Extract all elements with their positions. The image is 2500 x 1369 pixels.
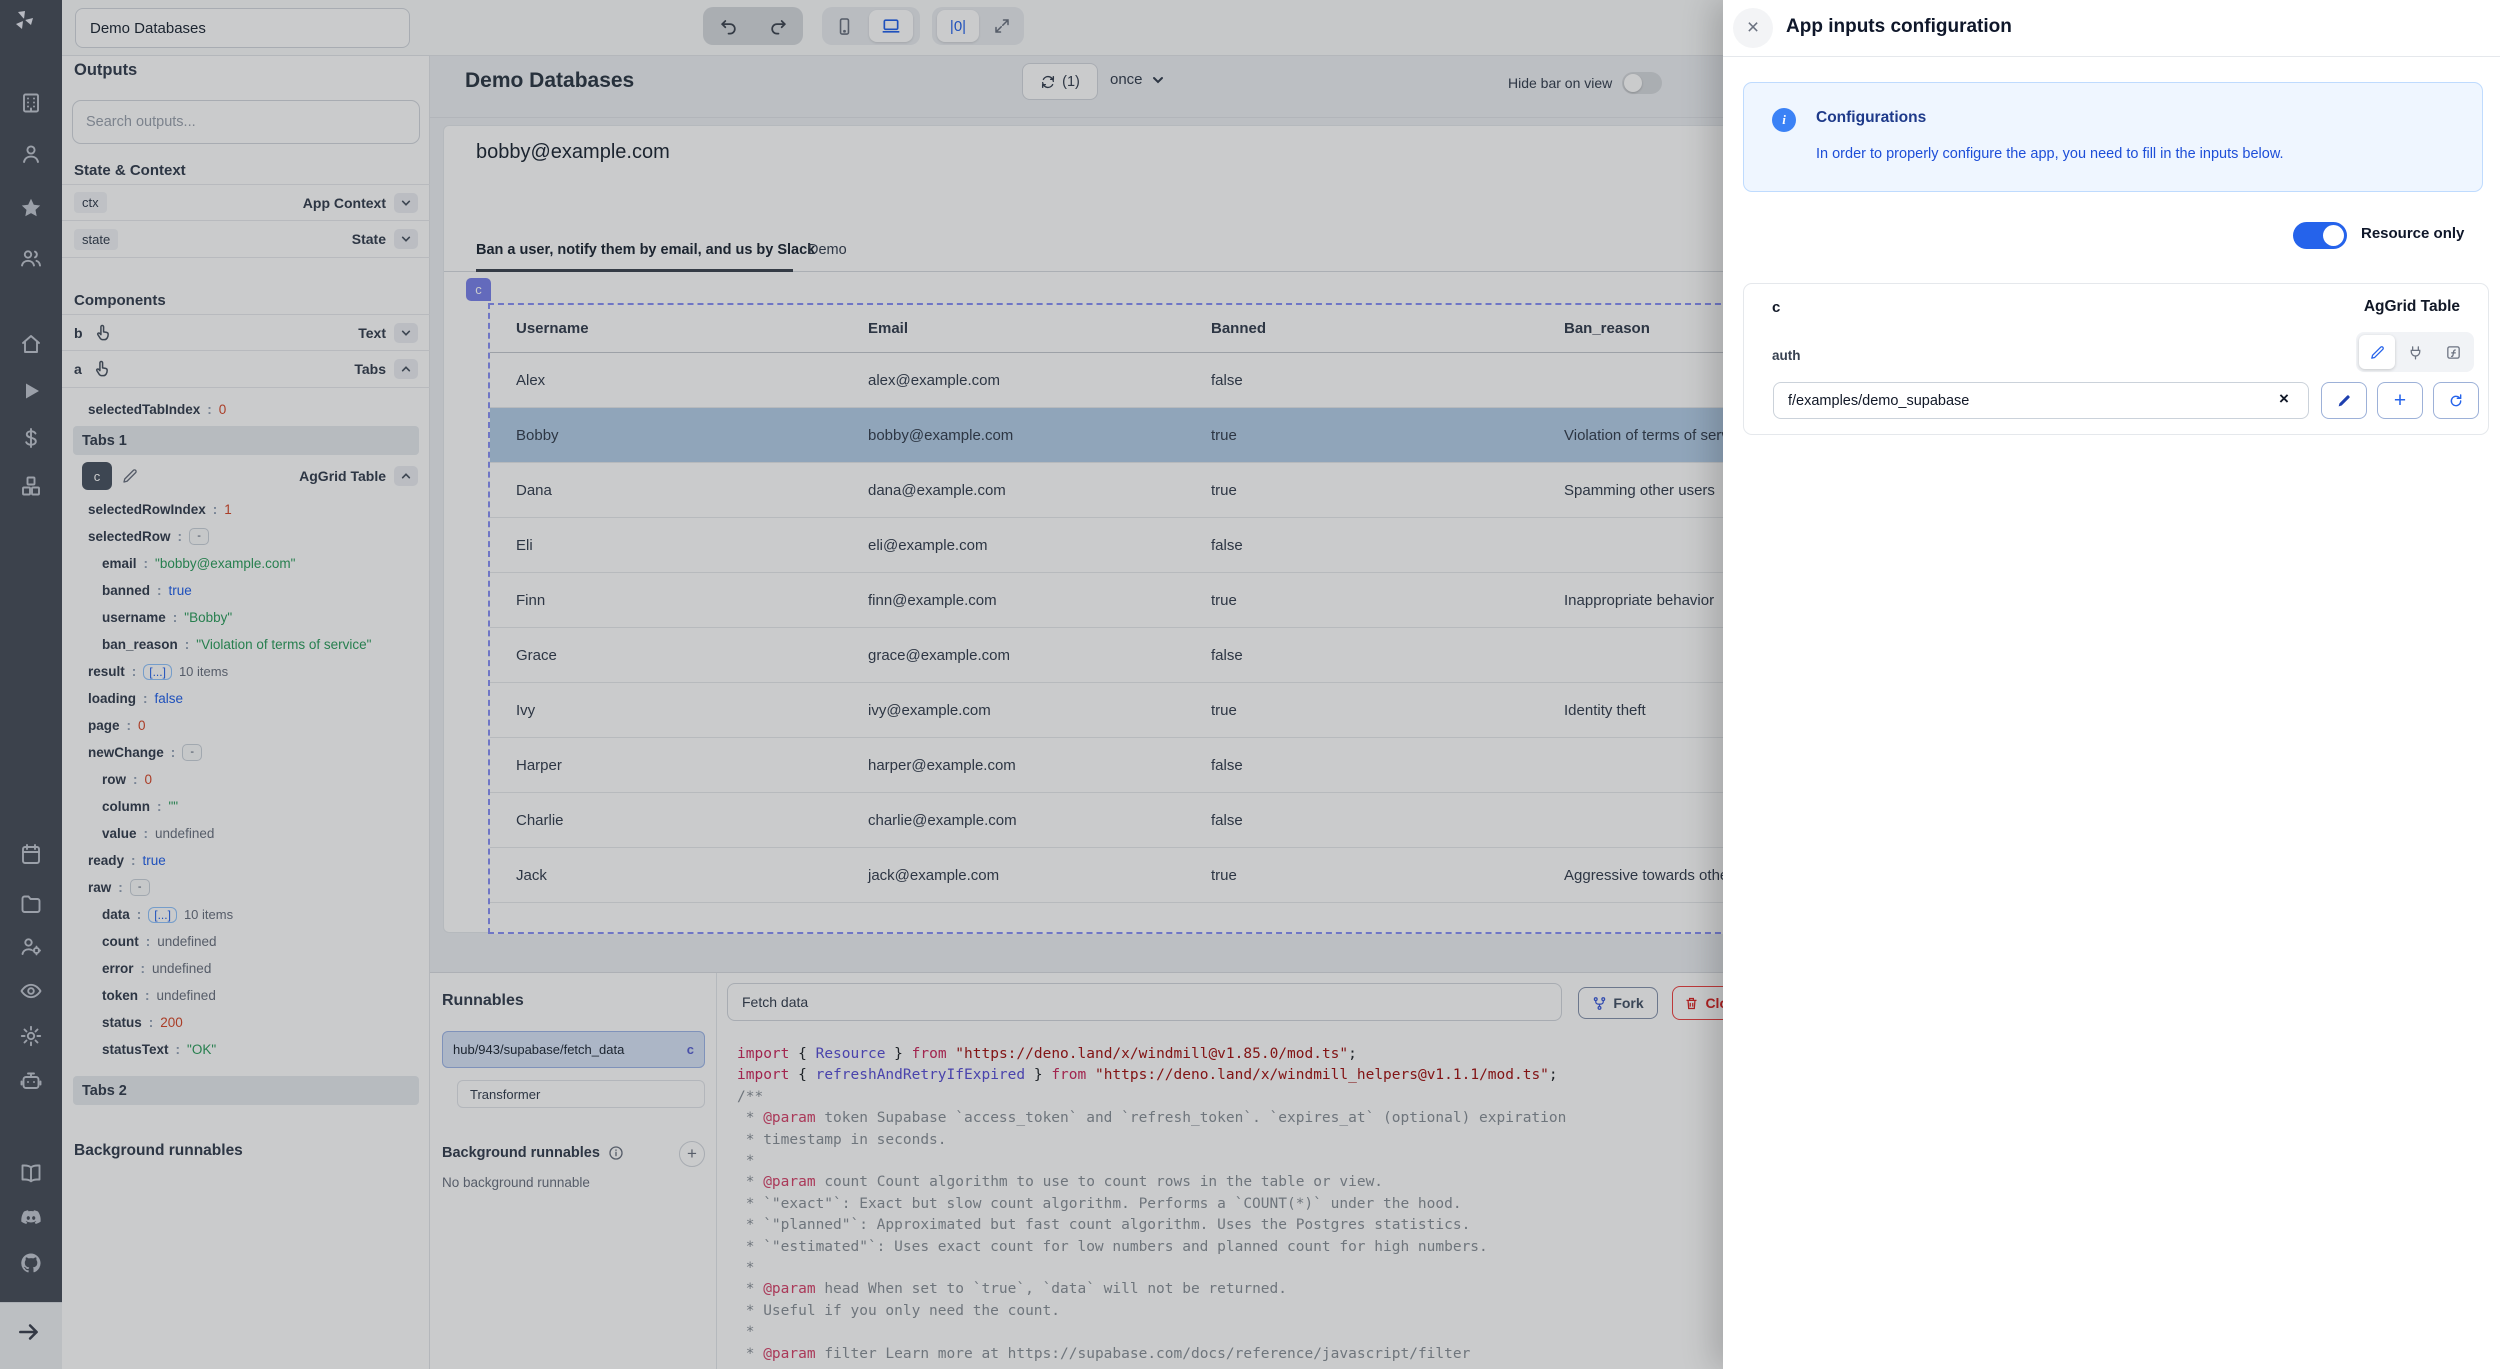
static-mode-button[interactable] (2359, 335, 2395, 369)
configurations-body: In order to properly configure the app, … (1816, 146, 2284, 162)
edit-resource-button[interactable] (2321, 382, 2367, 419)
connect-mode-button[interactable] (2397, 335, 2433, 369)
component-input-card: c AgGrid Table auth × + (1743, 283, 2489, 435)
pencil-icon (2369, 344, 2386, 361)
drawer-header: × App inputs configuration (1723, 0, 2500, 57)
resource-only-label: Resource only (2361, 225, 2464, 242)
configurations-title: Configurations (1816, 109, 1926, 127)
eval-mode-button[interactable] (2435, 335, 2471, 369)
close-icon[interactable]: × (1733, 8, 1773, 48)
info-icon: i (1772, 108, 1796, 132)
pencil-icon (2336, 393, 2352, 409)
app-inputs-drawer: × App inputs configuration i Configurati… (1723, 0, 2500, 1369)
drawer-title: App inputs configuration (1786, 16, 2012, 38)
field-label-auth: auth (1772, 348, 1801, 363)
add-resource-button[interactable]: + (2377, 382, 2423, 419)
input-mode-group (2356, 332, 2474, 372)
clear-input-icon[interactable]: × (2279, 389, 2289, 409)
plug-icon (2407, 344, 2424, 361)
component-id: c (1772, 299, 1780, 316)
resource-path-input[interactable] (1773, 382, 2309, 419)
refresh-resource-button[interactable] (2433, 382, 2479, 419)
refresh-icon (2448, 393, 2464, 409)
configurations-info-box: i Configurations In order to properly co… (1743, 82, 2483, 192)
function-square-icon (2445, 344, 2462, 361)
component-type: AgGrid Table (2364, 298, 2460, 316)
resource-only-toggle[interactable] (2293, 222, 2347, 249)
